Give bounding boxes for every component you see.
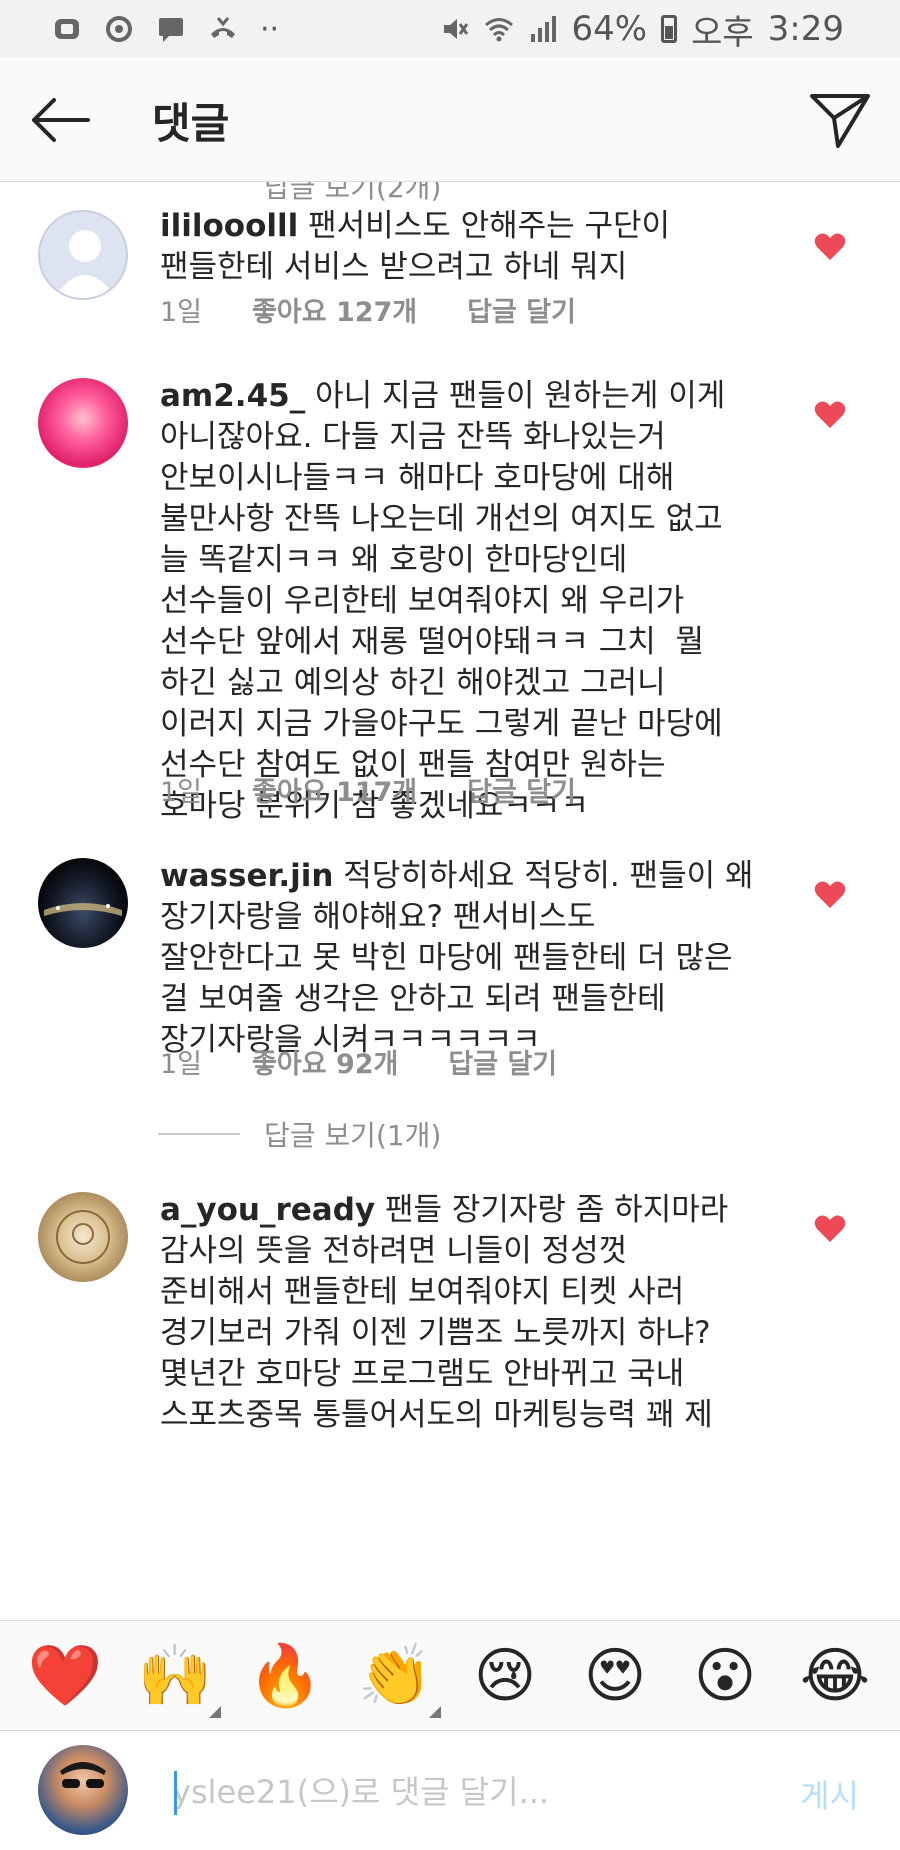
page-title: 댓글 (152, 99, 230, 148)
status-left: ·· (52, 12, 279, 47)
comment-time: 1일 (160, 1049, 203, 1080)
comment-username[interactable]: wasser.jin (160, 858, 333, 894)
fire-emoji-button[interactable]: 🔥 (245, 1646, 325, 1706)
emoji-quick-bar: ❤️ 🙌 🔥 👏 😢 😍 😮 😂 (0, 1620, 900, 1730)
avatar[interactable] (38, 378, 128, 468)
comment-text: am2.45_ 아니 지금 팬들이 원하는게 이게 아니잖아요. 다들 지금 잔… (160, 376, 770, 827)
more-notifications-dots: ·· (260, 11, 280, 47)
text-cursor (174, 1771, 177, 1815)
coin-photo (56, 1210, 110, 1264)
default-avatar-icon (54, 230, 116, 298)
raising-hands-emoji: 🙌 (137, 1640, 213, 1711)
view-replies-partial[interactable]: 답글 보기(2개) (264, 182, 441, 206)
arrow-left-icon[interactable] (28, 94, 92, 146)
red-heart-emoji-button[interactable]: ❤️ (25, 1646, 105, 1706)
heart-icon[interactable] (814, 880, 846, 910)
instagram-notification-icon (106, 16, 132, 42)
crying-face-emoji-button[interactable]: 😢 (465, 1646, 545, 1706)
comments-list[interactable]: 답글 보기(2개) ililooolll 팬서비스도 안해주는 구단이 팬들한테… (0, 182, 900, 1620)
battery-percent: 64% (571, 9, 648, 49)
comment-meta: 1일 좋아요 127개 답글 달기 (160, 290, 626, 329)
battery-icon (661, 15, 678, 43)
comments-header: 댓글 (0, 58, 900, 182)
comment-likes[interactable]: 좋아요 127개 (252, 290, 417, 329)
comment-meta: 1일 좋아요 92개 답글 달기 (160, 1042, 607, 1081)
raising-hands-emoji-button[interactable]: 🙌 (135, 1646, 221, 1718)
comment-likes[interactable]: 좋아요 92개 (252, 1042, 398, 1081)
avatar[interactable] (38, 858, 128, 948)
tears-of-joy-emoji-button[interactable]: 😂 (795, 1646, 875, 1706)
comment-meta: 1일 좋아요 117개 답글 달기 (160, 770, 626, 809)
app-notification-icon (55, 19, 79, 39)
reply-button[interactable]: 답글 달기 (467, 770, 576, 809)
signal-icon (530, 16, 556, 42)
comment-time: 1일 (160, 297, 203, 328)
wifi-icon (484, 18, 513, 42)
comment-body: 팬들 장기자랑 좀 하지마라 감사의 뜻을 전하려면 니들이 정성껏 준비해서 … (160, 1192, 729, 1433)
heart-icon[interactable] (814, 1214, 846, 1244)
mute-icon (443, 19, 468, 39)
comment-text: ililooolll 팬서비스도 안해주는 구단이 팬들한테 서비스 받으려고 … (160, 206, 770, 288)
clock-time: 3:29 (767, 9, 844, 49)
missed-call-icon (211, 17, 235, 38)
comment-body: 아니 지금 팬들이 원하는게 이게 아니잖아요. 다들 지금 잔뜩 화나있는거 … (160, 378, 726, 824)
paper-plane-icon[interactable] (808, 88, 872, 152)
skin-tone-indicator (429, 1705, 441, 1718)
comment-likes[interactable]: 좋아요 117개 (252, 770, 417, 809)
avatar[interactable] (38, 1192, 128, 1282)
message-icon (159, 18, 183, 42)
current-user-avatar (38, 1745, 128, 1835)
comment-composer: 게시 (0, 1730, 900, 1850)
clapping-hands-emoji: 👏 (357, 1640, 433, 1711)
avatar[interactable] (38, 210, 128, 300)
status-right: 64% 오후 3:29 (440, 5, 844, 54)
reply-button[interactable]: 답글 달기 (467, 290, 576, 329)
view-replies-label: 답글 보기(1개) (264, 1119, 442, 1152)
comment-text: wasser.jin 적당히하세요 적당히. 팬들이 왜 장기자랑을 해야해요?… (160, 856, 770, 1061)
time-ampm: 오후 (691, 12, 754, 53)
post-button[interactable]: 게시 (800, 1771, 859, 1817)
comment-username[interactable]: a_you_ready (160, 1192, 375, 1228)
comment-time: 1일 (160, 777, 203, 808)
view-replies-button[interactable]: 답글 보기(1개) (158, 1114, 441, 1154)
skin-tone-indicator (209, 1705, 221, 1718)
divider-line (158, 1133, 240, 1135)
heart-eyes-emoji-button[interactable]: 😍 (575, 1646, 655, 1706)
heart-icon[interactable] (814, 232, 846, 262)
stadium-photo (44, 903, 122, 916)
comment-input[interactable] (172, 1767, 732, 1817)
clapping-hands-emoji-button[interactable]: 👏 (355, 1646, 441, 1718)
comment-username[interactable]: ililooolll (160, 208, 298, 244)
comment-text: a_you_ready 팬들 장기자랑 좀 하지마라 감사의 뜻을 전하려면 니… (160, 1190, 770, 1436)
status-bar: ·· 64% 오후 3:29 (0, 0, 900, 58)
reply-button[interactable]: 답글 달기 (448, 1042, 557, 1081)
surprised-face-emoji-button[interactable]: 😮 (685, 1646, 765, 1706)
heart-icon[interactable] (814, 400, 846, 430)
comment-username[interactable]: am2.45_ (160, 378, 305, 414)
sunglasses-photo (60, 1762, 106, 1788)
